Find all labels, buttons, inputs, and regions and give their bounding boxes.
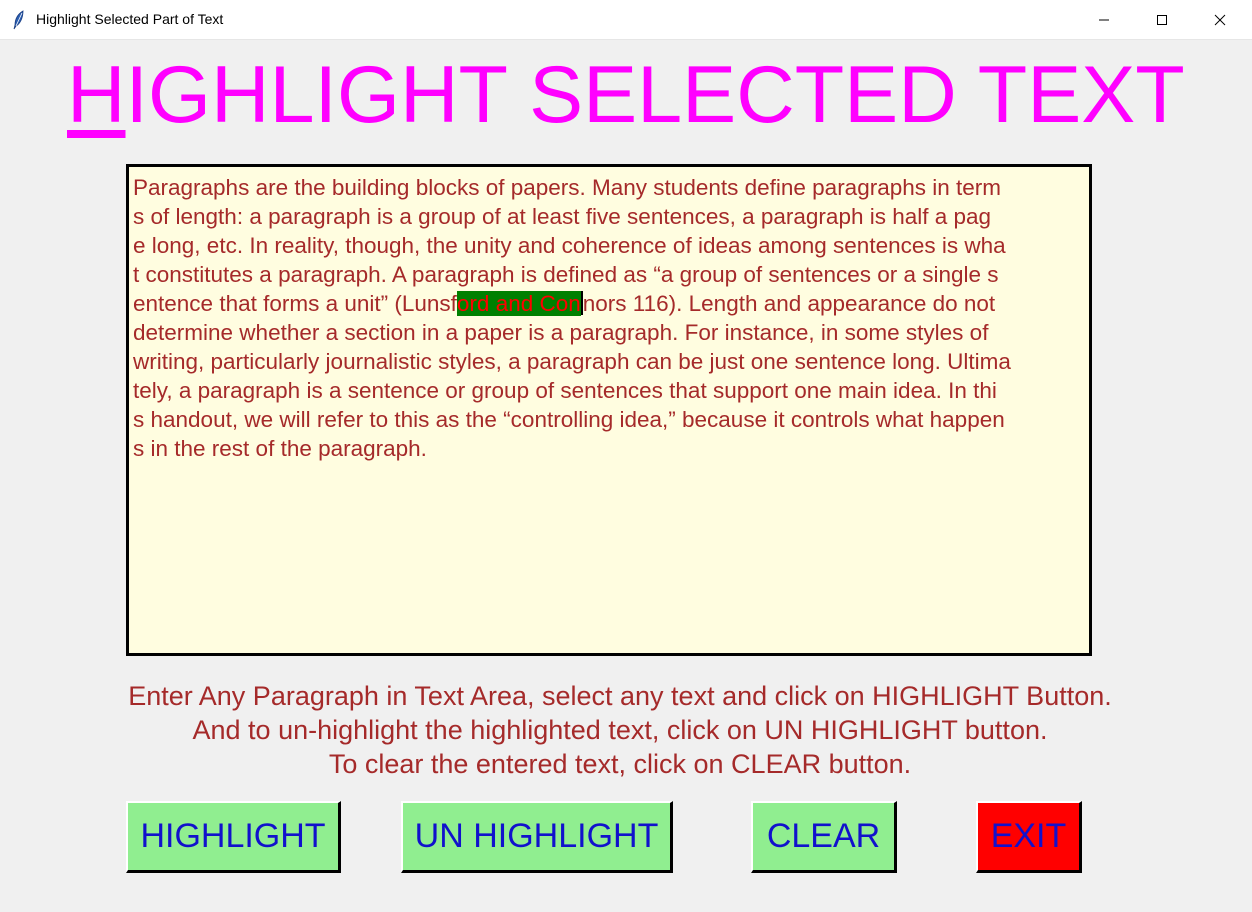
minimize-icon <box>1099 19 1109 20</box>
window-title: Highlight Selected Part of Text <box>36 11 224 27</box>
text-line: writing, particularly journalistic style… <box>133 349 1011 374</box>
text-line: t constitutes a paragraph. A paragraph i… <box>133 262 999 287</box>
close-icon <box>1214 14 1226 25</box>
text-line: Paragraphs are the building blocks of pa… <box>133 175 1002 200</box>
title-bar: Highlight Selected Part of Text <box>0 0 1252 40</box>
paragraph-text: Paragraphs are the building blocks of pa… <box>133 173 1085 463</box>
text-line: determine whether a section in a paper i… <box>133 320 989 345</box>
text-line-with-highlight: entence that forms a unit” (Lunsford and… <box>133 289 1085 318</box>
page-title: HIGHLIGHT SELECTED TEXT <box>67 55 1185 136</box>
exit-button[interactable]: EXIT <box>976 801 1082 873</box>
text-line: s in the rest of the paragraph. <box>133 436 427 461</box>
text-segment: nors 116). Length and appearance do not <box>582 291 996 316</box>
text-segment: entence that forms a unit” (Lunsf <box>133 291 457 316</box>
instruction-line: To clear the entered text, click on CLEA… <box>328 749 912 779</box>
feather-icon <box>12 10 26 30</box>
maximize-button[interactable] <box>1133 0 1191 39</box>
title-rest: IGHLIGHT SELECTED TEXT <box>125 50 1185 140</box>
close-button[interactable] <box>1191 0 1249 39</box>
text-line: s handout, we will refer to this as the … <box>133 407 1005 432</box>
title-first-letter: H <box>67 50 126 140</box>
unhighlight-button[interactable]: UN HIGHLIGHT <box>401 801 673 873</box>
minimize-button[interactable] <box>1075 0 1133 39</box>
instruction-line: And to un-highlight the highlighted text… <box>192 715 1048 745</box>
paragraph-text-area[interactable]: Paragraphs are the building blocks of pa… <box>126 164 1092 656</box>
text-line: s of length: a paragraph is a group of a… <box>133 204 992 229</box>
instructions: Enter Any Paragraph in Text Area, select… <box>0 679 1240 781</box>
maximize-icon <box>1157 14 1167 25</box>
highlight-button[interactable]: HIGHLIGHT <box>126 801 341 873</box>
text-line: tely, a paragraph is a sentence or group… <box>133 378 997 403</box>
clear-button[interactable]: CLEAR <box>751 801 897 873</box>
app-window: Highlight Selected Part of Text HIGHLIGH… <box>0 0 1252 912</box>
text-line: e long, etc. In reality, though, the uni… <box>133 233 1006 258</box>
instruction-line: Enter Any Paragraph in Text Area, select… <box>128 681 1112 711</box>
highlighted-text: ord and Con <box>456 291 581 316</box>
